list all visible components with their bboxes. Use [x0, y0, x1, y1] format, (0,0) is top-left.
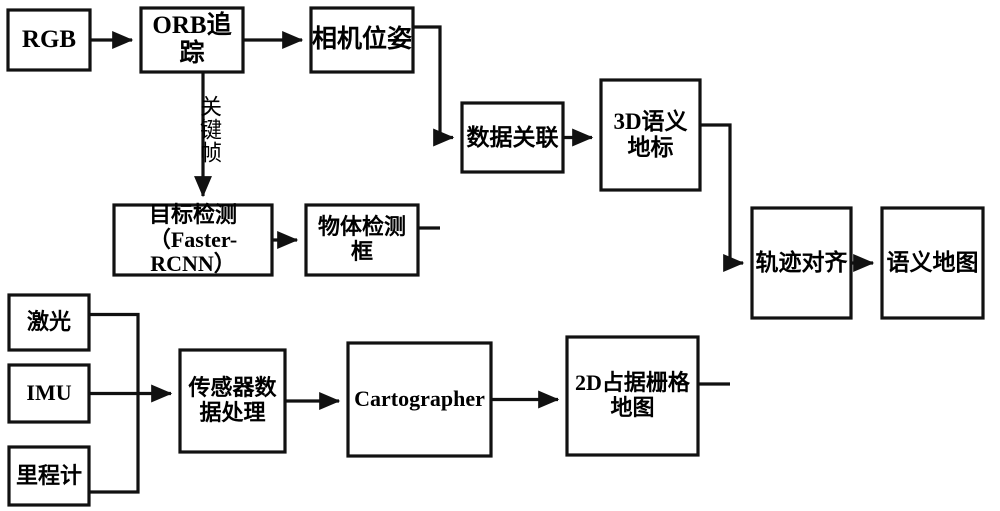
flowchart-svg — [6, 6, 985, 507]
edge-landmark-to-align — [700, 123, 745, 272]
node-sensorproc — [178, 348, 287, 454]
node-semmap — [880, 206, 985, 320]
node-detect — [112, 203, 274, 277]
node-align — [750, 206, 853, 320]
node-layer — [6, 6, 985, 507]
node-bbox — [304, 203, 420, 277]
flowchart-canvas: RGB ORB追踪 相机位姿 目标检测 （Faster-RCNN） 物体检测 框数据关联… — [0, 0, 1000, 511]
node-carto — [346, 341, 493, 458]
node-rgb — [6, 8, 92, 72]
node-lidar — [7, 293, 91, 352]
node-landmark — [599, 78, 702, 192]
node-campose — [309, 6, 415, 74]
edge-label-keyframe: 关键帧 — [197, 95, 222, 164]
node-gridmap — [565, 335, 700, 457]
node-orb — [139, 6, 245, 74]
node-imu — [7, 363, 91, 424]
node-assoc — [460, 101, 565, 174]
node-odom — [7, 445, 91, 507]
edge-lidar-to-sensorproc — [89, 312, 140, 401]
edge-odom-to-sensorproc — [89, 401, 140, 494]
edge-campose-to-assoc — [413, 25, 455, 147]
